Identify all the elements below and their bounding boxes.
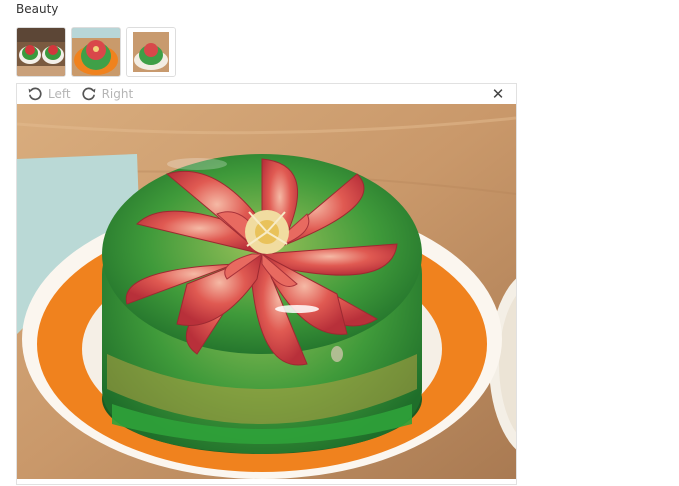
jelly-cake-pair-thumbnail	[17, 28, 65, 76]
rotate-right-icon	[81, 86, 97, 102]
thumbnail-3[interactable]	[126, 27, 176, 77]
page: Beauty Left Right ✕	[0, 0, 679, 486]
thumbnail-2[interactable]	[71, 27, 121, 77]
rotate-right-button[interactable]: Right	[81, 86, 134, 102]
thumbnail-1[interactable]	[16, 27, 66, 77]
rotate-left-label: Left	[48, 87, 71, 101]
image-viewer: Left Right ✕	[16, 83, 517, 485]
gallery-title: Beauty	[16, 2, 59, 16]
jelly-flower-cake-photo	[17, 104, 516, 479]
rotate-right-label: Right	[101, 87, 134, 101]
thumbnail-strip	[16, 27, 176, 77]
rotate-left-button[interactable]: Left	[27, 86, 71, 102]
close-icon[interactable]: ✕	[491, 86, 505, 102]
jelly-cake-plate-thumbnail	[127, 28, 175, 76]
rotate-left-icon	[27, 86, 43, 102]
viewer-toolbar: Left Right ✕	[17, 84, 516, 104]
jelly-cake-flower-thumbnail	[72, 28, 120, 76]
